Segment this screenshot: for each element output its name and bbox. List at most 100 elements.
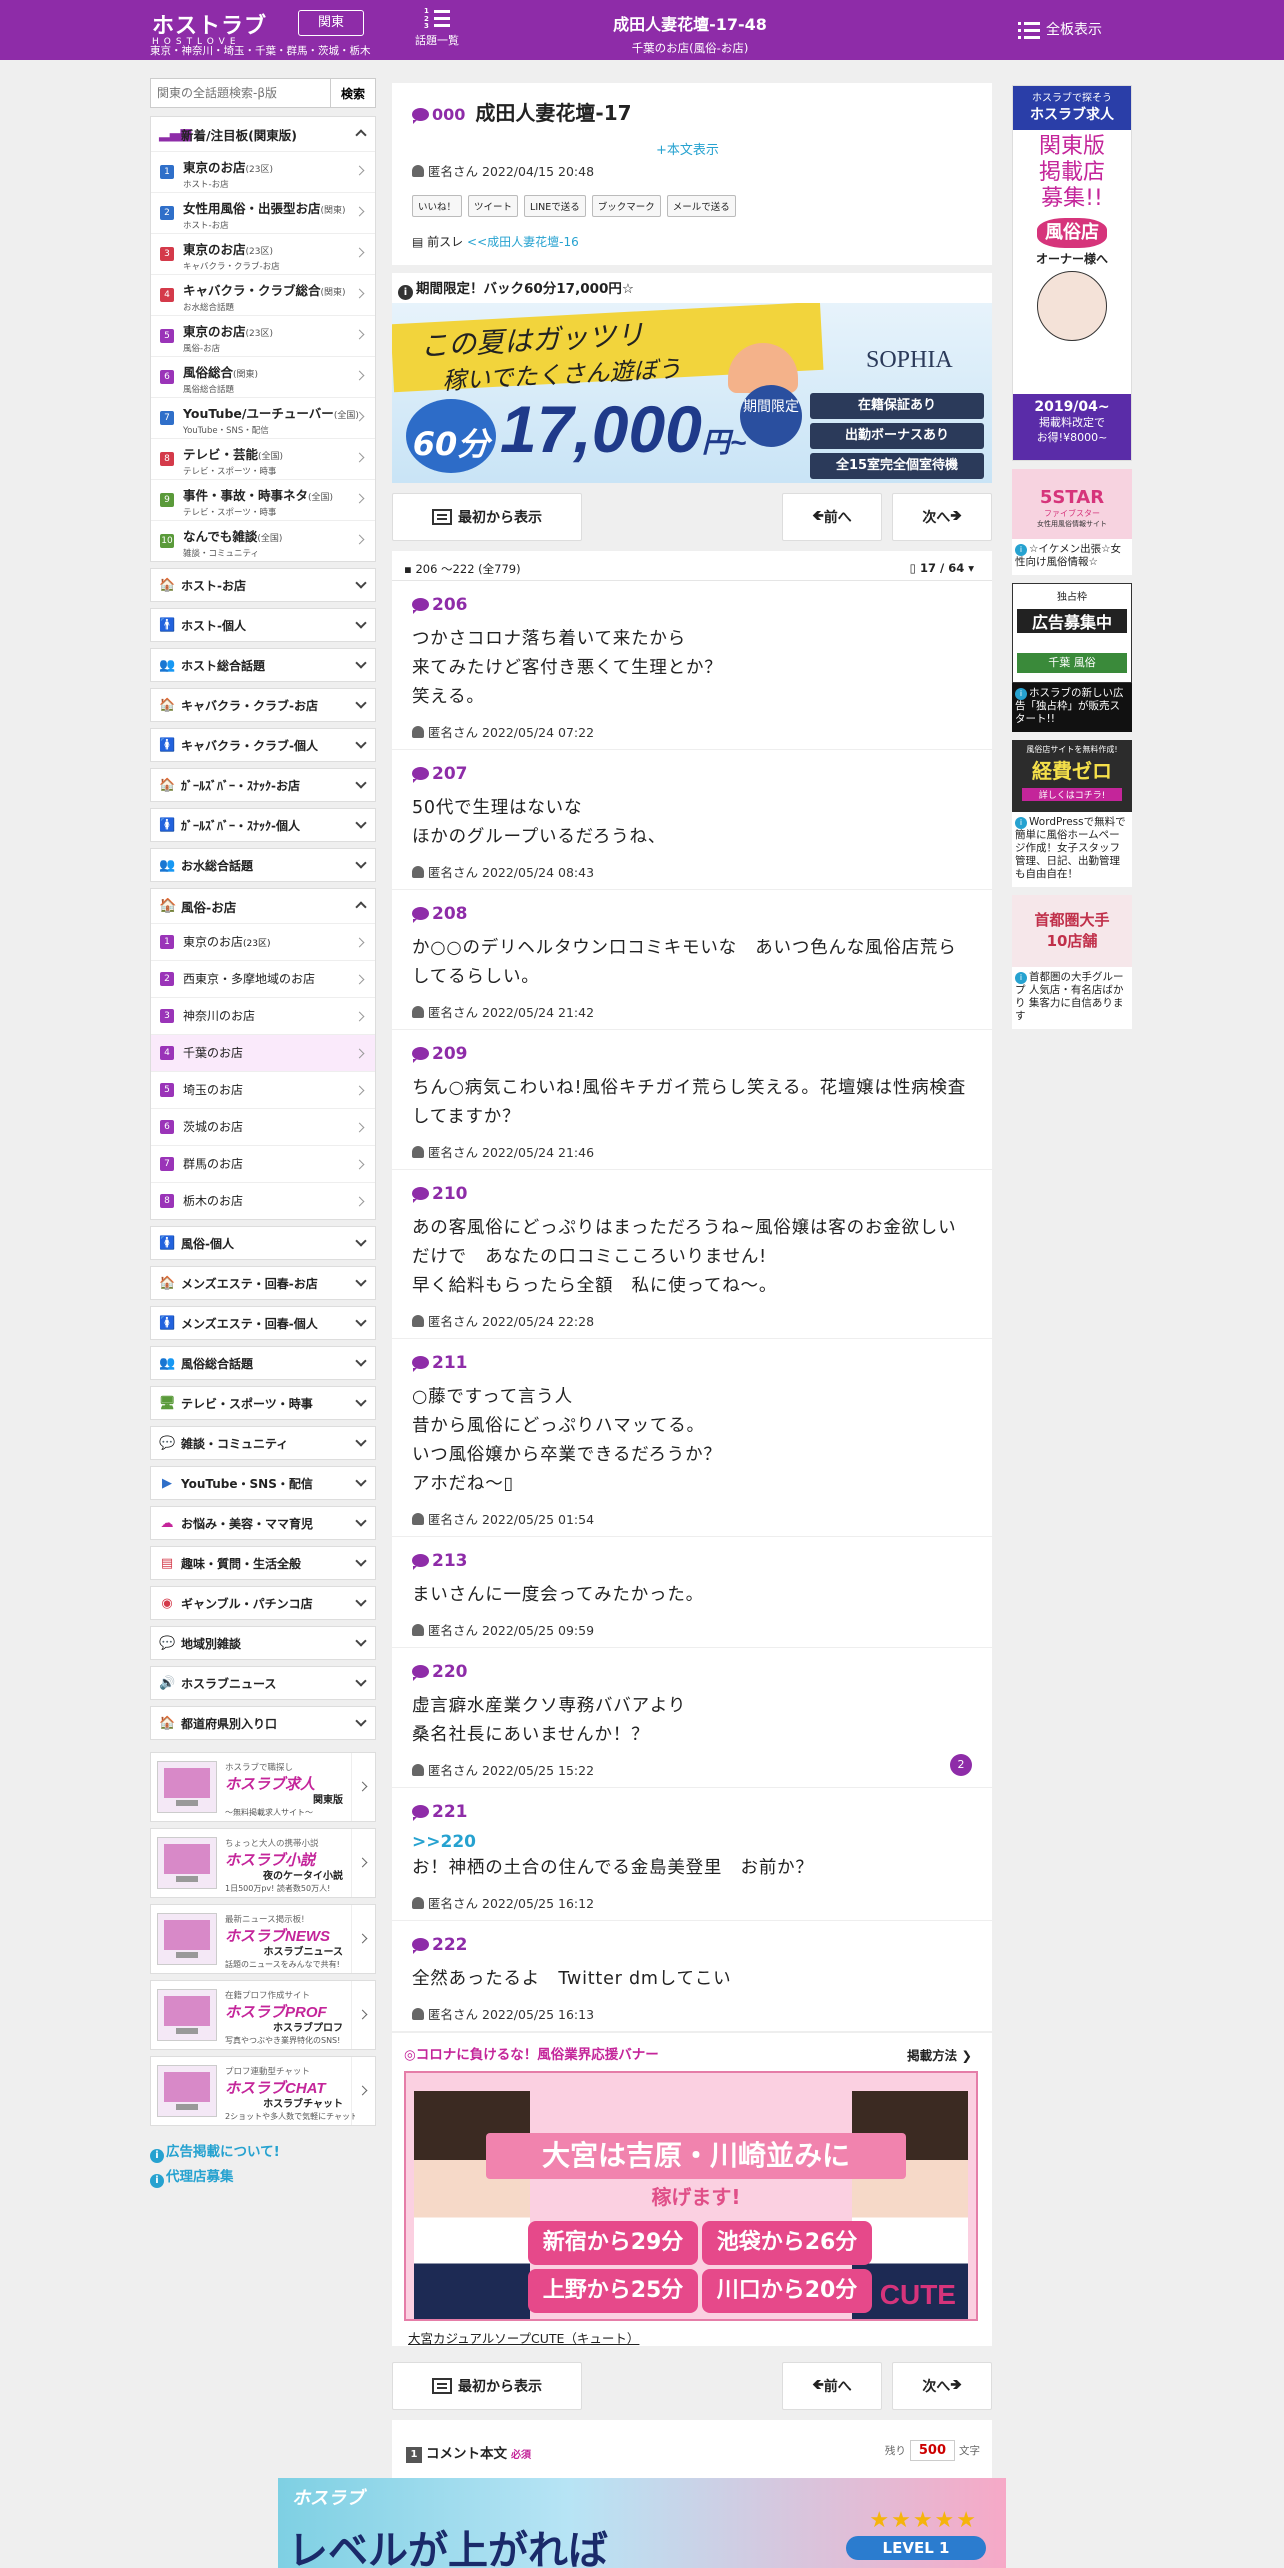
bookmark-button[interactable]: ブックマーク xyxy=(591,195,661,217)
logo[interactable]: ホストラブ HOSTLOVE xyxy=(152,8,267,47)
post-item: 220 虚言癖水産業クソ専務ババアより 桑名社長にあいませんか！？ 匿名さん 202… xyxy=(392,1648,992,1788)
sidebar-board-item[interactable]: 3 東京のお店(23区) キャバクラ・クラブ-お店 xyxy=(151,233,375,274)
reply-anchor-link[interactable]: >>220 xyxy=(412,1832,972,1852)
sidebar-category[interactable]: 👥 お水総合話題 xyxy=(150,848,376,882)
post-date: 2022/05/24 08:43 xyxy=(482,865,595,880)
board-label: テレビ・芸能 xyxy=(183,447,259,462)
post-number[interactable]: 213 xyxy=(412,1551,972,1571)
sidebar-region-item[interactable]: 2 西東京・多摩地域のお店 xyxy=(151,960,375,997)
category-label: メンズエステ・回春-お店 xyxy=(181,1276,318,1291)
sidebar-board-item[interactable]: 4 キャバクラ・クラブ総合(関東) お水総合話題 xyxy=(151,274,375,315)
sidebar-category[interactable]: ◉ ギャンブル・パチンコ店 xyxy=(150,1586,376,1620)
sidebar-category[interactable]: 🚺 風俗-個人 xyxy=(150,1226,376,1260)
sidebar-board-item[interactable]: 2 女性用風俗・出張型お店(関東) ホスト-お店 xyxy=(151,192,375,233)
region-label: 栃木のお店 xyxy=(183,1194,244,1208)
sidebar-category[interactable]: 🚺 メンズエステ・回春-個人 xyxy=(150,1306,376,1340)
post-number[interactable]: 222 xyxy=(412,1935,972,1955)
support-ad-caption-link[interactable]: 大宮カジュアルソープCUTE（キュート） xyxy=(408,2328,639,2347)
post-number[interactable]: 211 xyxy=(412,1353,972,1373)
post-number[interactable]: 209 xyxy=(412,1044,972,1064)
sidebar-category[interactable]: 🏠 ｶﾞｰﾙｽﾞﾊﾞｰ・ｽﾅｯｸ-お店 xyxy=(150,768,376,802)
category-icon: 🏠 xyxy=(159,577,176,593)
sidebar-category[interactable]: 🔊 ホスラブニュース xyxy=(150,1666,376,1700)
metro-group-ad[interactable]: 首都圏大手 10店舗 i 首都圏の大手グループ 人気店・有名店ばかり 集客力に自信… xyxy=(1012,895,1132,1029)
sidebar-region-item[interactable]: 5 埼玉のお店 xyxy=(151,1071,375,1108)
fuzoku-shop-heading[interactable]: 🏠 風俗-お店 xyxy=(151,889,375,923)
sidebar-board-item[interactable]: 8 テレビ・芸能(全国) テレビ・スポーツ・時事 xyxy=(151,438,375,479)
search-input[interactable] xyxy=(150,78,330,108)
show-from-start-button[interactable]: 最初から表示 xyxy=(392,493,582,541)
region-button[interactable]: 関東 xyxy=(298,10,364,36)
new-attention-heading[interactable]: ▂▄▆ 新着/注目板(関東版) xyxy=(151,117,375,151)
sidebar-category[interactable]: 🏠 ホスト-お店 xyxy=(150,568,376,602)
show-from-start-button[interactable]: 最初から表示 xyxy=(392,2362,582,2410)
ad-method-link[interactable]: 掲載方法 ❯ xyxy=(907,2045,972,2064)
post-number[interactable]: 221 xyxy=(412,1802,972,1822)
sidebar-board-item[interactable]: 6 風俗総合(関東) 風俗総合話題 xyxy=(151,356,375,397)
sidebar-category[interactable]: 👥 ホスト総合話題 xyxy=(150,648,376,682)
post-number[interactable]: 208 xyxy=(412,904,972,924)
service-banner[interactable]: ちょっと大人の携帯小説 ホスラブ小説 夜のケータイ小説 1日500万pv! 読者数50… xyxy=(150,1828,376,1898)
sidebar-region-item[interactable]: 6 茨城のお店 xyxy=(151,1108,375,1145)
sidebar-region-item[interactable]: 8 栃木のお店 xyxy=(151,1182,375,1219)
post-date: 2022/05/24 21:46 xyxy=(482,1145,595,1160)
sidebar-board-item[interactable]: 7 YouTube/ユーチューバー(全国) YouTube・SNS・配信 xyxy=(151,397,375,438)
sidebar-category[interactable]: 🏠 メンズエステ・回春-お店 xyxy=(150,1266,376,1300)
document-icon: ▤ xyxy=(412,235,424,249)
post-item: 208 か○○のデリヘルタウン口コミキモいな あいつ色んな風俗店荒らしてるらしい。… xyxy=(392,890,992,1030)
recruit-ad[interactable]: ホスラブで探そう ホスラブ求人 関東版 掲載店 募集!! 風俗店 オーナー様へ … xyxy=(1012,85,1132,461)
post-number[interactable]: 207 xyxy=(412,764,972,784)
service-banner[interactable]: ホスラブで職探し ホスラブ求人 関東版 〜無料掲載求人サイト〜 xyxy=(150,1752,376,1822)
sidebar-board-item[interactable]: 10 なんでも雑談(全国) 雑談・コミュニティ xyxy=(151,520,375,561)
support-ad-banner[interactable]: 大宮は吉原・川崎並みに 稼げます! 新宿から29分 池袋から26分上野から25分川… xyxy=(404,2071,978,2321)
sidebar-category[interactable]: 🚺 キャバクラ・クラブ-個人 xyxy=(150,728,376,762)
show-body-link[interactable]: +本文表示 xyxy=(656,139,719,158)
sidebar-region-item[interactable]: 1 東京のお店(23区) xyxy=(151,923,375,960)
fivestar-ad[interactable]: 5STAR ファイブスター 女性用風俗情報サイト i ☆イケメン出張☆女性向け風俗… xyxy=(1012,469,1132,575)
prev-page-button[interactable]: 🡸 前へ xyxy=(782,493,882,541)
sidebar-category[interactable]: ▶ YouTube・SNS・配信 xyxy=(150,1466,376,1500)
promo-banner[interactable]: この夏はガッツリ 稼いでたくさん遊ぼう 60分 17,000円~ 期間限定 SO… xyxy=(392,303,992,483)
previous-thread-link[interactable]: <<成田人妻花壇-16 xyxy=(467,235,579,249)
service-banner[interactable]: プロフ連動型チャット ホスラブCHAT ホスラブチャット 2ショットや多人数で気軽にチ… xyxy=(150,2056,376,2126)
tweet-button[interactable]: ツイート xyxy=(468,195,519,217)
ad-info-link[interactable]: i 広告掲載について! xyxy=(150,2140,376,2165)
sidebar-category[interactable]: 🚹 ホスト-個人 xyxy=(150,608,376,642)
service-banner[interactable]: 在籍プロフ作成サイト ホスラブPROF ホスラブプロフ 写真やつぶやき業界特化のSNS… xyxy=(150,1980,376,2050)
agency-link[interactable]: i 代理店募集 xyxy=(150,2165,376,2190)
sidebar-category[interactable]: 🏠 キャバクラ・クラブ-お店 xyxy=(150,688,376,722)
sidebar-category[interactable]: 💬 雑談・コミュニティ xyxy=(150,1426,376,1460)
facebook-like-button[interactable]: いいね！ xyxy=(412,195,463,217)
post-number[interactable]: 210 xyxy=(412,1184,972,1204)
zero-cost-ad[interactable]: 風俗店サイトを無料作成! 経費ゼロ 詳しくはコチラ! i WordPressで無料… xyxy=(1012,740,1132,887)
all-boards-button[interactable]: 全板表示 xyxy=(1018,19,1102,39)
sidebar-board-item[interactable]: 9 事件・事故・時事ネタ(全国) テレビ・スポーツ・時事 xyxy=(151,479,375,520)
sidebar-category[interactable]: 🚺 ｶﾞｰﾙｽﾞﾊﾞｰ・ｽﾅｯｸ-個人 xyxy=(150,808,376,842)
mail-share-button[interactable]: メールで送る xyxy=(666,195,736,217)
next-page-button[interactable]: 次へ 🡺 xyxy=(892,493,992,541)
reply-count-badge[interactable]: 2 xyxy=(950,1754,972,1776)
sidebar-region-item[interactable]: 7 群馬のお店 xyxy=(151,1145,375,1182)
header: ホストラブ HOSTLOVE 関東 東京・神奈川・埼玉・千葉・群馬・茨城・栃木 … xyxy=(0,0,1284,60)
search-button[interactable]: 検索 xyxy=(330,78,376,108)
sidebar-category[interactable]: 👥 風俗総合話題 xyxy=(150,1346,376,1380)
service-banner[interactable]: 最新ニュース掲示板! ホスラブNEWS ホスラブニュース 話題のニュースをみんなで共有… xyxy=(150,1904,376,1974)
sidebar-category[interactable]: 💬 地域別雑談 xyxy=(150,1626,376,1660)
exclusive-ad[interactable]: 独占枠 広告募集中 千葉 風俗 i ホスラブの新しい広告「独占枠」が販売スタート!… xyxy=(1012,583,1132,732)
sidebar-category[interactable]: 🏠 都道府県別入り口 xyxy=(150,1706,376,1740)
prev-page-button[interactable]: 🡸 前へ xyxy=(782,2362,882,2410)
post-number[interactable]: 220 xyxy=(412,1662,972,1682)
line-share-button[interactable]: LINEで送る xyxy=(524,195,586,217)
bottom-banner-ad[interactable]: ホスラブ レベルが上がれば ★★★★★ LEVEL 1 xyxy=(278,2478,1006,2568)
post-number[interactable]: 206 xyxy=(412,595,972,615)
page-selector[interactable]: ▯ 17 / 64 ▾ xyxy=(910,561,974,575)
sidebar-region-item[interactable]: 3 神奈川のお店 xyxy=(151,997,375,1034)
board-number: 5 xyxy=(160,329,174,343)
sidebar-category[interactable]: ☁ お悩み・美容・ママ育児 xyxy=(150,1506,376,1540)
sidebar-category[interactable]: 🖥 テレビ・スポーツ・時事 xyxy=(150,1386,376,1420)
sidebar-board-item[interactable]: 1 東京のお店(23区) ホスト-お店 xyxy=(151,151,375,192)
next-page-button[interactable]: 次へ 🡺 xyxy=(892,2362,992,2410)
sidebar-region-item[interactable]: 4 千葉のお店 xyxy=(151,1034,375,1071)
sidebar-category[interactable]: ▤ 趣味・質問・生活全般 xyxy=(150,1546,376,1580)
sidebar-board-item[interactable]: 5 東京のお店(23区) 風俗-お店 xyxy=(151,315,375,356)
